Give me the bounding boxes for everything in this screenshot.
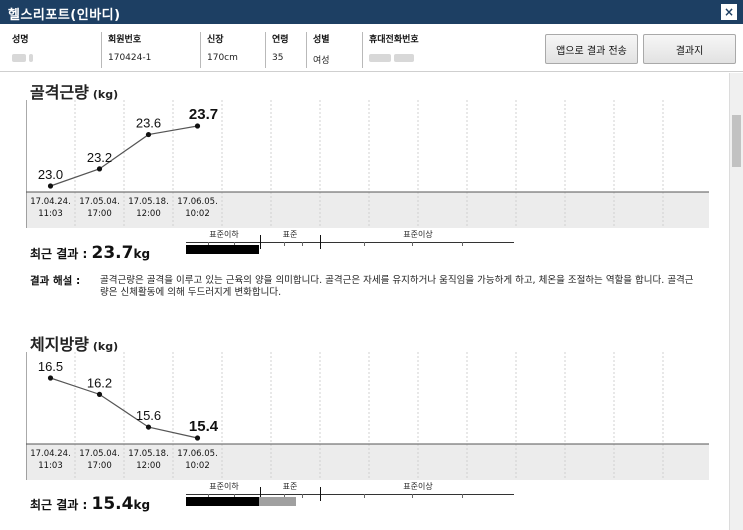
data-point [96, 391, 103, 397]
gauge-label-above: 표준이상 [403, 482, 433, 491]
fat-trend-chart: 16.5 16.2 15.6 15.4 17.04.24. 11:03 17.05.04. 1… [26, 350, 709, 483]
vertical-scrollbar[interactable] [729, 73, 743, 530]
muscle-recent-unit: kg [133, 247, 151, 261]
date-label: 17.05.18. [128, 197, 169, 207]
gauge-label-standard: 표준 [282, 230, 298, 239]
time-label: 17:00 [87, 461, 112, 471]
muscle-interpretation: 결과 해설 : 골격근량은 골격을 이루고 있는 근육의 양을 의미합니다. 골… [30, 275, 700, 299]
data-point [47, 183, 54, 189]
gauge-divider [260, 235, 261, 249]
gauge-axis [186, 242, 514, 243]
close-button[interactable]: × [721, 4, 737, 20]
member-info-bar: 성명 회원번호 170424-1 신장 170cm 연령 35 성별 여성 휴대… [0, 24, 743, 72]
height-label: 신장 [207, 35, 224, 45]
data-point [194, 435, 201, 441]
time-label: 11:03 [38, 461, 63, 471]
gauge-minor-tick [302, 494, 303, 498]
time-label: 12:00 [136, 461, 161, 471]
data-label: 16.2 [87, 375, 112, 390]
muscle-gauge: 표준이하 표준 표준이상 [186, 229, 516, 263]
gauge-minor-tick [364, 242, 365, 246]
phone-label: 휴대전화번호 [369, 35, 419, 45]
age-value: 35 [272, 53, 284, 63]
gender-value: 여성 [313, 56, 330, 66]
fat-recent-unit: kg [133, 498, 151, 512]
time-label: 12:00 [136, 209, 161, 219]
fat-recent-result: 최근 결과 : 15.4kg [30, 494, 150, 514]
gauge-label-below: 표준이하 [209, 230, 239, 239]
date-label: 17.05.04. [79, 449, 120, 459]
muscle-recent-label: 최근 결과 : [30, 247, 88, 261]
fat-gauge-bar-light [259, 497, 296, 506]
data-label: 23.7 [189, 106, 218, 123]
muscle-trend-chart: 23.0 23.2 23.6 23.7 17.04.24. 11:03 17.05.04. 1… [26, 98, 709, 231]
gauge-minor-tick [462, 242, 463, 246]
gauge-divider [320, 235, 321, 249]
height-field: 신장 170cm [200, 32, 238, 68]
interpretation-text: 골격근량은 골격을 이루고 있는 근육의 양을 의미합니다. 골격근은 자세를 … [100, 275, 694, 298]
gauge-minor-tick [462, 494, 463, 498]
scrollbar-thumb[interactable] [732, 115, 741, 167]
gender-field: 성별 여성 [306, 32, 330, 68]
age-label: 연령 [272, 35, 289, 45]
gauge-minor-tick [284, 242, 285, 246]
gauge-label-standard: 표준 [282, 482, 298, 491]
date-label: 17.05.04. [79, 197, 120, 207]
fat-recent-label: 최근 결과 : [30, 498, 88, 512]
data-point [145, 424, 152, 430]
gauge-label-above: 표준이상 [403, 230, 433, 239]
name-field: 성명 [12, 32, 33, 63]
data-point [47, 375, 54, 381]
window-title: 헬스리포트(인바디) [8, 8, 121, 23]
time-label: 11:03 [38, 209, 63, 219]
report-content: 골격근량 (kg) 23.0 23.2 23.6 23.7 17.04.24. 11:03 1… [0, 73, 729, 530]
name-label: 성명 [12, 35, 29, 45]
time-label: 10:02 [185, 461, 210, 471]
muscle-chart-svg: 23.0 23.2 23.6 23.7 17.04.24. 11:03 17.05.04. 1… [26, 100, 709, 228]
date-label: 17.04.24. [30, 449, 71, 459]
member-id-label: 회원번호 [108, 35, 142, 45]
result-sheet-button[interactable]: 결과지 [643, 34, 736, 64]
window-titlebar: 헬스리포트(인바디) × [0, 0, 743, 24]
gender-label: 성별 [313, 35, 330, 45]
height-value: 170cm [207, 53, 238, 63]
fat-gauge: 표준이하 표준 표준이상 [186, 481, 516, 515]
date-label: 17.04.24. [30, 197, 71, 207]
phone-value [369, 53, 419, 63]
data-point [194, 123, 201, 129]
time-label: 17:00 [87, 209, 112, 219]
muscle-recent-value: 23.7 [91, 243, 134, 263]
gauge-minor-tick [412, 494, 413, 498]
muscle-gauge-bar [186, 245, 259, 254]
date-label: 17.05.18. [128, 449, 169, 459]
member-id-field: 회원번호 170424-1 [101, 32, 151, 68]
phone-field: 휴대전화번호 [362, 32, 419, 68]
data-label: 23.6 [136, 116, 161, 131]
data-label: 16.5 [38, 359, 63, 374]
data-label: 23.2 [87, 150, 112, 165]
name-value [12, 53, 33, 63]
data-point [96, 166, 103, 172]
fat-recent-value: 15.4 [91, 494, 134, 514]
gauge-minor-tick [412, 242, 413, 246]
gauge-minor-tick [364, 494, 365, 498]
data-point [145, 131, 152, 138]
age-field: 연령 35 [265, 32, 289, 68]
gauge-label-below: 표준이하 [209, 482, 239, 491]
member-id-value: 170424-1 [108, 53, 152, 63]
gauge-axis [186, 494, 514, 495]
muscle-recent-result: 최근 결과 : 23.7kg [30, 243, 150, 263]
fat-gauge-bar-dark [186, 497, 259, 506]
date-label: 17.06.05. [177, 449, 218, 459]
fat-chart-svg: 16.5 16.2 15.6 15.4 17.04.24. 11:03 17.05.04. 1… [26, 352, 709, 480]
gauge-minor-tick [302, 242, 303, 246]
interpretation-label: 결과 해설 : [30, 275, 81, 287]
data-label: 15.6 [136, 408, 161, 423]
time-label: 10:02 [185, 209, 210, 219]
data-label: 23.0 [38, 167, 63, 182]
date-label: 17.06.05. [177, 197, 218, 207]
gauge-divider [320, 487, 321, 501]
data-label: 15.4 [189, 418, 219, 435]
send-to-app-button[interactable]: 앱으로 결과 전송 [545, 34, 638, 64]
